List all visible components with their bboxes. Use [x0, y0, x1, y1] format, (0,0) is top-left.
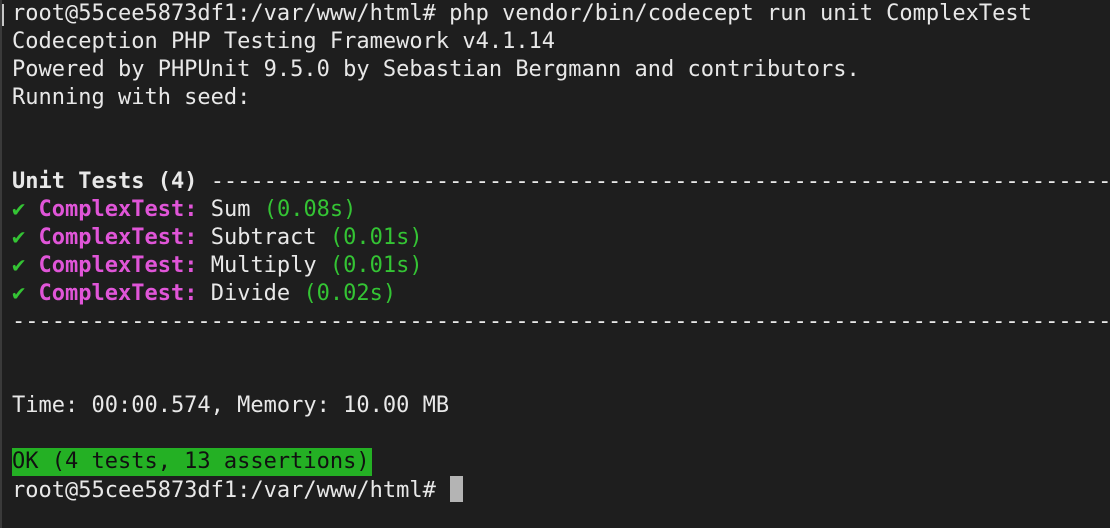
ok-result-badge: OK (4 tests, 13 assertions): [12, 448, 372, 476]
test-row: ✔ ComplexTest: Sum (0.08s): [12, 196, 1110, 224]
command-text: php vendor/bin/codecept run unit Complex…: [449, 1, 1032, 26]
prompt: root@55cee5873df1:/var/www/html#: [12, 478, 436, 503]
summary-line: Time: 00:00.574, Memory: 10.00 MB: [12, 393, 450, 418]
result-line: OK (4 tests, 13 assertions): [12, 448, 1110, 476]
final-prompt-line[interactable]: root@55cee5873df1:/var/www/html#: [12, 476, 1110, 504]
suite-title: Unit Tests (4): [12, 169, 198, 194]
powered-line: Powered by PHPUnit 9.5.0 by Sebastian Be…: [12, 57, 860, 82]
test-name: Subtract: [210, 225, 317, 250]
suite-header: Unit Tests (4) -------------------------…: [12, 168, 1110, 196]
test-class: ComplexTest:: [38, 281, 198, 306]
test-class: ComplexTest:: [38, 225, 198, 250]
test-name: Multiply: [210, 253, 317, 278]
test-name: Divide: [210, 281, 291, 306]
check-icon: ✔: [12, 225, 26, 250]
check-icon: ✔: [12, 253, 26, 278]
command-line: root@55cee5873df1:/var/www/html# php ven…: [12, 0, 1110, 28]
framework-line: Codeception PHP Testing Framework v4.1.1…: [12, 29, 556, 54]
test-time: (0.01s): [329, 253, 423, 278]
check-icon: ✔: [12, 197, 26, 222]
text-cursor: [449, 476, 463, 502]
test-class: ComplexTest:: [38, 253, 198, 278]
prompt: root@55cee5873df1:/var/www/html#: [12, 1, 436, 26]
seed-line: Running with seed:: [12, 85, 251, 110]
test-time: (0.02s): [303, 281, 397, 306]
test-row: ✔ ComplexTest: Subtract (0.01s): [12, 224, 1110, 252]
selection-bracket: [2, 4, 4, 26]
test-time: (0.08s): [263, 197, 357, 222]
test-row: ✔ ComplexTest: Multiply (0.01s): [12, 252, 1110, 280]
test-name: Sum: [210, 197, 251, 222]
bottom-separator: ----------------------------------------…: [12, 309, 1110, 334]
check-icon: ✔: [12, 281, 26, 306]
test-class: ComplexTest:: [38, 197, 198, 222]
test-row: ✔ ComplexTest: Divide (0.02s): [12, 280, 1110, 308]
terminal-window[interactable]: root@55cee5873df1:/var/www/html# php ven…: [0, 0, 1110, 528]
test-time: (0.01s): [329, 225, 423, 250]
suite-separator: ----------------------------------------…: [210, 169, 1110, 194]
